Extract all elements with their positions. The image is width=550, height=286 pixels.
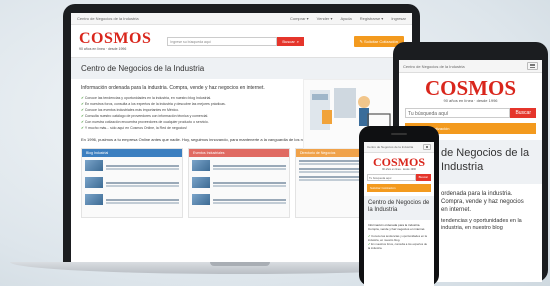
feature-list: Conoce las tendencias y oportunidades en… (364, 234, 434, 250)
site-header: COSMOS 90 años en línea · desde 1996 Ing… (71, 25, 412, 57)
logo-wordmark: COSMOS (372, 155, 425, 169)
search-icon: ⌕ (296, 38, 300, 44)
card-blog[interactable]: Blog Industrial (81, 148, 183, 218)
search-button-label: Buscar (282, 38, 295, 44)
search-bar: Ingrese su búsqueda aquí Buscar ⌕ (167, 36, 305, 46)
text-placeholder (106, 181, 179, 184)
nav-ingresar[interactable]: Ingresar (391, 16, 406, 21)
search-button[interactable]: Buscar (510, 108, 536, 118)
logo-subtitle: 90 años en línea · desde 1996 (443, 98, 498, 103)
card-events[interactable]: Eventos Industriales (188, 148, 290, 218)
thumbnail (85, 177, 103, 188)
search-input[interactable]: Tu búsqueda aquí (367, 174, 416, 181)
cosmos-logo[interactable]: COSMOS 90 años en línea · desde 1996 (399, 76, 542, 104)
page-title: Centro de Negocios de la Industria (364, 196, 434, 220)
list-item[interactable] (189, 174, 289, 191)
section-cards: Blog Industrial Eventos Industriales Dir… (81, 148, 402, 218)
phone-device: Centro de Negocios de la Industria COSMO… (359, 126, 439, 286)
list-item[interactable] (189, 157, 289, 174)
search-input[interactable]: Ingrese su búsqueda aquí (167, 36, 278, 46)
feature-list: Conoce las tendencias y oportunidades en… (81, 95, 281, 131)
page-title: Centro de Negocios de la Industria (71, 57, 412, 79)
hamburger-menu-icon[interactable] (527, 62, 538, 70)
thumbnail (192, 160, 210, 171)
nav-menu: Comprar ▾ Vender ▾ Ayuda Registrarse ▾ I… (290, 16, 406, 21)
thumbnail (192, 194, 210, 205)
quote-button[interactable]: Solicitar Cotización (367, 184, 431, 192)
search-button[interactable]: Buscar (415, 174, 431, 181)
phone-screen: Centro de Negocios de la Industria COSMO… (364, 142, 434, 286)
list-item: Conoce las tendencias y oportunidades en… (368, 234, 430, 242)
top-navbar: Centro de Negocios de la Industria (399, 60, 542, 73)
phone-speaker (391, 133, 407, 135)
quote-button-label: Solicitar Cotización (370, 186, 396, 190)
search-input[interactable]: Tu búsqueda aquí (405, 108, 511, 118)
list-item[interactable] (189, 191, 289, 208)
list-item[interactable] (82, 191, 182, 208)
text-placeholder (213, 181, 286, 184)
text-placeholder (106, 198, 179, 201)
cosmos-logo[interactable]: COSMOS 90 años en línea · desde 1996 (364, 156, 434, 171)
nav-ayuda[interactable]: Ayuda (340, 16, 351, 21)
list-item[interactable] (82, 157, 182, 174)
hamburger-menu-icon[interactable] (423, 144, 431, 150)
nav-registrarse[interactable]: Registrarse ▾ (360, 16, 384, 21)
list-item[interactable] (82, 174, 182, 191)
text-placeholder (213, 198, 286, 201)
thumbnail (192, 177, 210, 188)
card-header: Blog Industrial (82, 149, 182, 157)
nav-vender[interactable]: Vender ▾ (317, 16, 333, 21)
thumbnail (85, 160, 103, 171)
nav-comprar[interactable]: Comprar ▾ (290, 16, 309, 21)
list-item: Y mucho más... sólo aquí en Cosmos Onlin… (81, 125, 281, 131)
search-bar: Tu búsqueda aquí Buscar (367, 174, 431, 181)
logo-wordmark: COSMOS (79, 30, 152, 47)
site-title: Centro de Negocios de la Industria (77, 16, 139, 21)
site-title: Centro de Negocios de la Industria (403, 63, 465, 69)
list-item: En nuestros foros, consulta a los expert… (368, 242, 430, 250)
quote-button-label: Solicitar Cotización (363, 38, 398, 44)
search-bar: Tu búsqueda aquí Buscar (405, 108, 536, 118)
text-placeholder (213, 164, 286, 167)
site-title: Centro de Negocios de la Industria (367, 145, 414, 149)
top-navbar: Centro de Negocios de la Industria (364, 142, 434, 153)
cosmos-logo[interactable]: COSMOS 90 años en línea · desde 1996 (79, 30, 152, 52)
top-navbar: Centro de Negocios de la Industria Compr… (71, 13, 412, 25)
logo-wordmark: COSMOS (424, 76, 516, 100)
thumbnail (85, 194, 103, 205)
search-button[interactable]: Buscar ⌕ (277, 36, 305, 46)
logo-subtitle: 90 años en línea · desde 1996 (79, 47, 127, 51)
text-placeholder (106, 164, 179, 167)
pencil-icon: ✎ (359, 38, 363, 44)
intro-text: Información ordenada para la industria. … (368, 223, 426, 231)
card-header: Eventos Industriales (189, 149, 289, 157)
